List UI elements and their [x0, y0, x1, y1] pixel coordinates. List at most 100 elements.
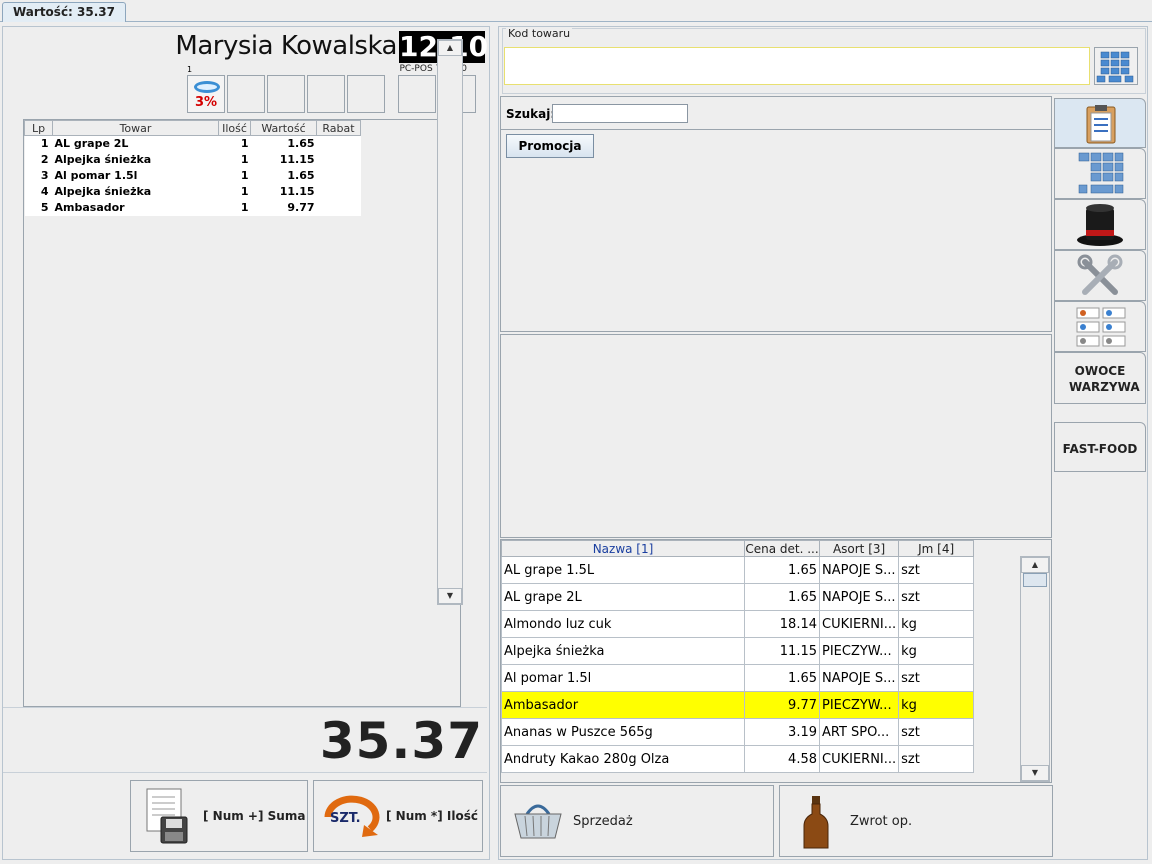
cart-cell-name: Al pomar 1.5l: [52, 167, 219, 184]
product-row[interactable]: Andruty Kakao 280g Olza 4.58 CUKIERNI... sz…: [501, 745, 975, 773]
product-cell-asort: NAPOJE S...: [818, 664, 900, 692]
sale-button[interactable]: Sprzedaż: [500, 785, 774, 857]
side-tab-keypad[interactable]: [1054, 148, 1146, 199]
cart-cell-discount: [316, 135, 361, 152]
keypad-icon: [1078, 152, 1124, 194]
total-value: 35.37: [319, 712, 483, 770]
search-input[interactable]: [552, 104, 688, 123]
promotion-area: [500, 129, 1052, 332]
side-tab-payments[interactable]: [1054, 301, 1146, 352]
product-cell-asort: NAPOJE S...: [818, 583, 900, 611]
cart-cell-value: 1.65: [250, 135, 317, 152]
product-row[interactable]: Al pomar 1.5l 1.65 NAPOJE S... szt: [501, 664, 975, 692]
empty-slot-3[interactable]: [267, 75, 305, 113]
cart-cell-qty: 1: [218, 167, 251, 184]
product-cell-name: Andruty Kakao 280g Olza: [501, 745, 745, 773]
product-row[interactable]: Ananas w Puszce 565g 3.19 ART SPO... szt: [501, 718, 975, 746]
cashier-name: Marysia Kowalska: [175, 31, 397, 61]
product-cell-name: AL grape 1.5L: [501, 556, 745, 584]
receipt-save-icon: [146, 788, 188, 844]
side-tab-owoce-warzywa[interactable]: OWOCE WARZYWA: [1054, 352, 1146, 404]
product-row[interactable]: Ambasador 9.77 PIECZYW... kg: [501, 691, 975, 719]
side-tab-hat[interactable]: [1054, 199, 1146, 250]
empty-slot-5[interactable]: [347, 75, 385, 113]
prod-col-asort[interactable]: Asort [3]: [818, 540, 900, 557]
keypad-button[interactable]: [1094, 47, 1138, 85]
product-cell-name: Alpejka śnieżka: [501, 637, 745, 665]
slot-index: 1: [187, 65, 193, 74]
prod-col-jm[interactable]: Jm [4]: [898, 540, 975, 557]
return-bottle-button[interactable]: Zwrot op.: [779, 785, 1053, 857]
prod-col-cena[interactable]: Cena det. ...: [744, 540, 820, 557]
cart-col-ilosc[interactable]: Ilość: [218, 120, 251, 136]
product-scrollbar[interactable]: ▲ ▼: [1020, 556, 1050, 782]
side-tab-clipboard[interactable]: [1054, 98, 1146, 148]
quantity-button[interactable]: SZT. [ Num *] Ilość: [313, 780, 483, 852]
discount-label: 3%: [194, 95, 218, 110]
cart-cell-name: Alpejka śnieżka: [52, 183, 219, 200]
cart-row[interactable]: 3 Al pomar 1.5l 1 1.65: [24, 167, 361, 184]
cart-row[interactable]: 5 Ambasador 1 9.77: [24, 199, 361, 216]
product-list-container: Nazwa [1] Cena det. ... Asort [3] Jm [4]…: [500, 539, 1052, 783]
sale-button-label: Sprzedaż: [573, 814, 633, 829]
cart-cell-name: AL grape 2L: [52, 135, 219, 152]
scroll-down-arrow-icon[interactable]: ▼: [438, 588, 462, 604]
value-tab[interactable]: Wartość: 35.37: [2, 2, 126, 22]
product-cell-asort: CUKIERNI...: [818, 745, 900, 773]
product-row[interactable]: AL grape 2L 1.65 NAPOJE S... szt: [501, 583, 975, 611]
cart-cell-discount: [316, 199, 361, 216]
product-code-input[interactable]: [504, 47, 1090, 85]
cart-table-container: Lp Towar Ilość Wartość Rabat 1 AL grape 2…: [23, 119, 461, 707]
payment-methods-icon: [1076, 307, 1126, 347]
discount-button[interactable]: 3%: [187, 75, 225, 113]
product-row[interactable]: Alpejka śnieżka 11.15 PIECZYW... kg: [501, 637, 975, 665]
cart-cell-qty: 1: [218, 183, 251, 200]
cart-cell-value: 9.77: [250, 199, 317, 216]
side-tab-owoce-label: OWOCE WARZYWA: [1069, 364, 1140, 394]
product-cell-asort: CUKIERNI...: [818, 610, 900, 638]
sum-button[interactable]: [ Num +] Suma: [130, 780, 308, 852]
product-cell-unit: szt: [898, 583, 975, 611]
cart-cell-value: 11.15: [250, 151, 317, 168]
sum-button-label: [ Num +] Suma: [203, 809, 306, 823]
cart-row[interactable]: 4 Alpejka śnieżka 1 11.15: [24, 183, 361, 200]
prod-col-nazwa[interactable]: Nazwa [1]: [501, 540, 745, 557]
promotion-button[interactable]: Promocja: [506, 134, 594, 158]
product-row[interactable]: AL grape 1.5L 1.65 NAPOJE S... szt: [501, 556, 975, 584]
scroll-thumb[interactable]: [1023, 573, 1047, 587]
side-tab-tools[interactable]: [1054, 250, 1146, 301]
cart-col-wartosc[interactable]: Wartość: [250, 120, 317, 136]
product-cell-unit: kg: [898, 691, 975, 719]
scroll-down-arrow-icon[interactable]: ▼: [1021, 765, 1049, 781]
side-tab-fastfood-label: FAST-FOOD: [1062, 442, 1138, 456]
scroll-up-arrow-icon[interactable]: ▲: [438, 40, 462, 56]
product-cell-price: 1.65: [744, 664, 820, 692]
empty-slot-6[interactable]: [398, 75, 436, 113]
cart-col-lp[interactable]: Lp: [24, 120, 53, 136]
cart-row[interactable]: 1 AL grape 2L 1 1.65: [24, 135, 361, 152]
cart-scrollbar[interactable]: ▲ ▼: [437, 39, 463, 605]
product-row[interactable]: Almondo luz cuk 18.14 CUKIERNI... kg: [501, 610, 975, 638]
wrench-tools-icon: [1077, 254, 1123, 295]
szt-badge-text: SZT.: [330, 811, 361, 826]
cart-cell-discount: [316, 183, 361, 200]
product-cell-unit: szt: [898, 556, 975, 584]
product-cell-price: 4.58: [744, 745, 820, 773]
product-cell-price: 1.65: [744, 583, 820, 611]
empty-slot-4[interactable]: [307, 75, 345, 113]
product-cell-name: Al pomar 1.5l: [501, 664, 745, 692]
empty-slot-2[interactable]: [227, 75, 265, 113]
cart-col-rabat[interactable]: Rabat: [316, 120, 361, 136]
cart-cell-discount: [316, 151, 361, 168]
product-cell-asort: PIECZYW...: [818, 637, 900, 665]
bottle-icon: [803, 796, 829, 849]
cart-col-towar[interactable]: Towar: [52, 120, 219, 136]
quantity-szt-icon: SZT.: [324, 795, 380, 837]
side-tab-fast-food[interactable]: FAST-FOOD: [1054, 422, 1146, 472]
cart-table: Lp Towar Ilość Wartość Rabat 1 AL grape 2…: [24, 120, 361, 216]
cart-cell-lp: 4: [24, 183, 53, 200]
scroll-up-arrow-icon[interactable]: ▲: [1021, 557, 1049, 573]
product-cell-asort: ART SPO...: [818, 718, 900, 746]
cart-row[interactable]: 2 Alpejka śnieżka 1 11.15: [24, 151, 361, 168]
top-tab-bar: [0, 0, 1152, 22]
